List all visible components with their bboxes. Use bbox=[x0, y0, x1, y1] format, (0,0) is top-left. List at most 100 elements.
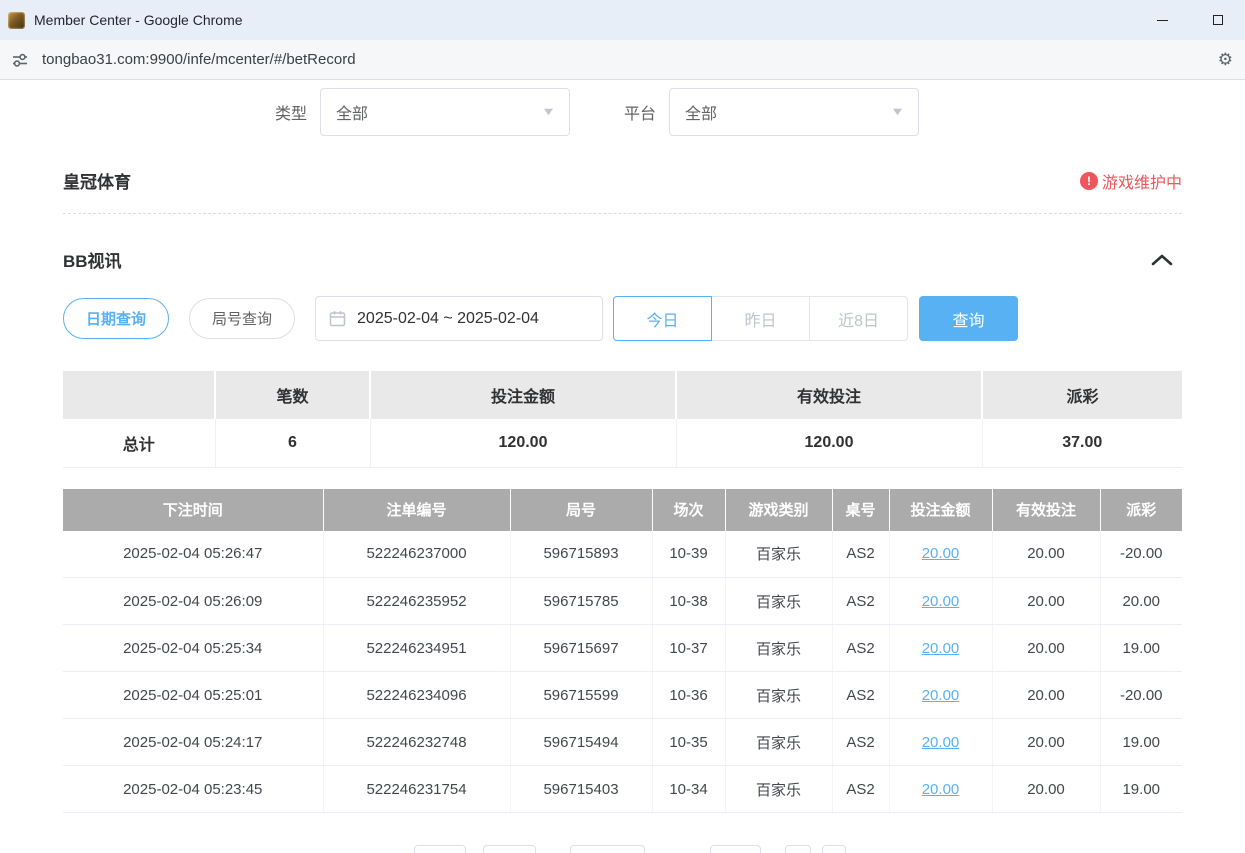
filter-row: 类型 全部 ▼ 平台 全部 ▼ bbox=[275, 88, 1182, 136]
url-bar: tongbao31.com:9900/infe/mcenter/#/betRec… bbox=[0, 40, 1245, 80]
maximize-button[interactable] bbox=[1190, 0, 1245, 40]
cell-payout: 19.00 bbox=[1100, 625, 1182, 672]
query-toolbar: 日期查询 局号查询 2025-02-04 ~ 2025-02-04 今日 昨日 … bbox=[63, 296, 1182, 341]
cell-round-no: 596715494 bbox=[510, 719, 652, 766]
cell-table-no: AS2 bbox=[832, 719, 889, 766]
app-icon bbox=[8, 12, 25, 29]
section-divider bbox=[63, 213, 1182, 214]
bet-table-header-cell: 桌号 bbox=[832, 489, 889, 531]
pagination-box[interactable] bbox=[785, 845, 811, 853]
platform-select[interactable]: 全部 ▼ bbox=[669, 88, 919, 136]
address-input[interactable]: tongbao31.com:9900/infe/mcenter/#/betRec… bbox=[42, 51, 1218, 68]
summary-header-cell: 有效投注 bbox=[676, 371, 982, 419]
cell-valid-bet: 20.00 bbox=[992, 531, 1100, 578]
cell-bet-id: 522246231754 bbox=[323, 766, 510, 813]
table-row: 2025-02-04 05:24:17522246232748596715494… bbox=[63, 719, 1182, 766]
cell-game-type: 百家乐 bbox=[725, 719, 832, 766]
last-8-days-button[interactable]: 近8日 bbox=[809, 296, 908, 341]
bet-table-header-row: 下注时间注单编号局号场次游戏类别桌号投注金额有效投注派彩 bbox=[63, 489, 1182, 531]
summary-total-label: 总计 bbox=[63, 419, 215, 467]
cell-bet-time: 2025-02-04 05:25:34 bbox=[63, 625, 323, 672]
cell-game-type: 百家乐 bbox=[725, 766, 832, 813]
cell-round-no: 596715893 bbox=[510, 531, 652, 578]
cell-payout: 20.00 bbox=[1100, 578, 1182, 625]
platform-select-value: 全部 bbox=[685, 100, 717, 124]
table-row: 2025-02-04 05:23:45522246231754596715403… bbox=[63, 766, 1182, 813]
summary-total-row: 总计 6 120.00 120.00 37.00 bbox=[63, 419, 1182, 467]
bet-record-page: 类型 全部 ▼ 平台 全部 ▼ 皇冠体育 ! 游戏维护中 BB视讯 日期查询 局… bbox=[0, 88, 1245, 813]
crown-sports-section-header: 皇冠体育 ! 游戏维护中 bbox=[63, 168, 1182, 193]
today-button[interactable]: 今日 bbox=[613, 296, 712, 341]
cell-round-no: 596715599 bbox=[510, 672, 652, 719]
cell-bet-id: 522246235952 bbox=[323, 578, 510, 625]
cell-valid-bet: 20.00 bbox=[992, 719, 1100, 766]
pagination-box[interactable] bbox=[483, 845, 536, 853]
collapse-chevron-icon[interactable] bbox=[1150, 253, 1174, 267]
bet-table-header-cell: 派彩 bbox=[1100, 489, 1182, 531]
bet-table-header-cell: 下注时间 bbox=[63, 489, 323, 531]
pagination-box[interactable] bbox=[414, 845, 466, 853]
platform-label: 平台 bbox=[624, 100, 656, 124]
bet-amount-link[interactable]: 20.00 bbox=[922, 781, 960, 798]
maintenance-text: 游戏维护中 bbox=[1102, 169, 1182, 193]
cell-table-no: AS2 bbox=[832, 672, 889, 719]
cell-session: 10-34 bbox=[652, 766, 725, 813]
cell-session: 10-38 bbox=[652, 578, 725, 625]
cell-bet-amount: 20.00 bbox=[889, 625, 992, 672]
table-row: 2025-02-04 05:26:47522246237000596715893… bbox=[63, 531, 1182, 578]
cell-payout: 19.00 bbox=[1100, 766, 1182, 813]
bet-table-header-cell: 投注金额 bbox=[889, 489, 992, 531]
site-settings-icon[interactable] bbox=[10, 50, 30, 70]
summary-header-cell: 笔数 bbox=[215, 371, 370, 419]
cell-bet-time: 2025-02-04 05:26:09 bbox=[63, 578, 323, 625]
pagination-box[interactable] bbox=[710, 845, 761, 853]
bet-table-header-cell: 有效投注 bbox=[992, 489, 1100, 531]
cell-session: 10-37 bbox=[652, 625, 725, 672]
cell-table-no: AS2 bbox=[832, 578, 889, 625]
cell-session: 10-39 bbox=[652, 531, 725, 578]
date-range-picker[interactable]: 2025-02-04 ~ 2025-02-04 bbox=[315, 296, 603, 341]
cell-game-type: 百家乐 bbox=[725, 672, 832, 719]
cell-game-type: 百家乐 bbox=[725, 625, 832, 672]
date-range-value: 2025-02-04 ~ 2025-02-04 bbox=[357, 310, 539, 328]
type-label: 类型 bbox=[275, 100, 307, 124]
chevron-down-icon: ▼ bbox=[541, 106, 556, 118]
table-row: 2025-02-04 05:26:09522246235952596715785… bbox=[63, 578, 1182, 625]
cell-session: 10-35 bbox=[652, 719, 725, 766]
round-query-button[interactable]: 局号查询 bbox=[189, 298, 295, 339]
summary-count: 6 bbox=[215, 419, 370, 467]
bb-video-title: BB视讯 bbox=[63, 247, 122, 272]
cell-bet-id: 522246234951 bbox=[323, 625, 510, 672]
table-row: 2025-02-04 05:25:34522246234951596715697… bbox=[63, 625, 1182, 672]
bet-amount-link[interactable]: 20.00 bbox=[922, 640, 960, 657]
type-select[interactable]: 全部 ▼ bbox=[320, 88, 570, 136]
summary-table: 笔数投注金额有效投注派彩 总计 6 120.00 120.00 37.00 bbox=[63, 371, 1182, 468]
cell-bet-time: 2025-02-04 05:25:01 bbox=[63, 672, 323, 719]
bet-table-header-cell: 局号 bbox=[510, 489, 652, 531]
cell-bet-amount: 20.00 bbox=[889, 531, 992, 578]
pagination-box[interactable] bbox=[822, 845, 846, 853]
cell-round-no: 596715697 bbox=[510, 625, 652, 672]
minimize-button[interactable] bbox=[1135, 0, 1190, 40]
yesterday-button[interactable]: 昨日 bbox=[711, 296, 810, 341]
bet-table-header-cell: 游戏类别 bbox=[725, 489, 832, 531]
cell-game-type: 百家乐 bbox=[725, 531, 832, 578]
type-select-value: 全部 bbox=[336, 100, 368, 124]
cell-bet-amount: 20.00 bbox=[889, 578, 992, 625]
settings-gear-icon[interactable]: ⚙ bbox=[1218, 50, 1233, 70]
cell-bet-time: 2025-02-04 05:23:45 bbox=[63, 766, 323, 813]
summary-valid-bet: 120.00 bbox=[676, 419, 982, 467]
search-button[interactable]: 查询 bbox=[919, 296, 1018, 341]
bet-amount-link[interactable]: 20.00 bbox=[922, 545, 960, 562]
date-query-button[interactable]: 日期查询 bbox=[63, 298, 169, 339]
bet-amount-link[interactable]: 20.00 bbox=[922, 734, 960, 751]
summary-bet-amount: 120.00 bbox=[370, 419, 676, 467]
bet-amount-link[interactable]: 20.00 bbox=[922, 593, 960, 610]
cell-round-no: 596715785 bbox=[510, 578, 652, 625]
calendar-icon bbox=[329, 310, 346, 327]
cell-round-no: 596715403 bbox=[510, 766, 652, 813]
bet-table-header-cell: 注单编号 bbox=[323, 489, 510, 531]
pagination-box[interactable] bbox=[570, 845, 645, 853]
cell-table-no: AS2 bbox=[832, 531, 889, 578]
bet-amount-link[interactable]: 20.00 bbox=[922, 687, 960, 704]
